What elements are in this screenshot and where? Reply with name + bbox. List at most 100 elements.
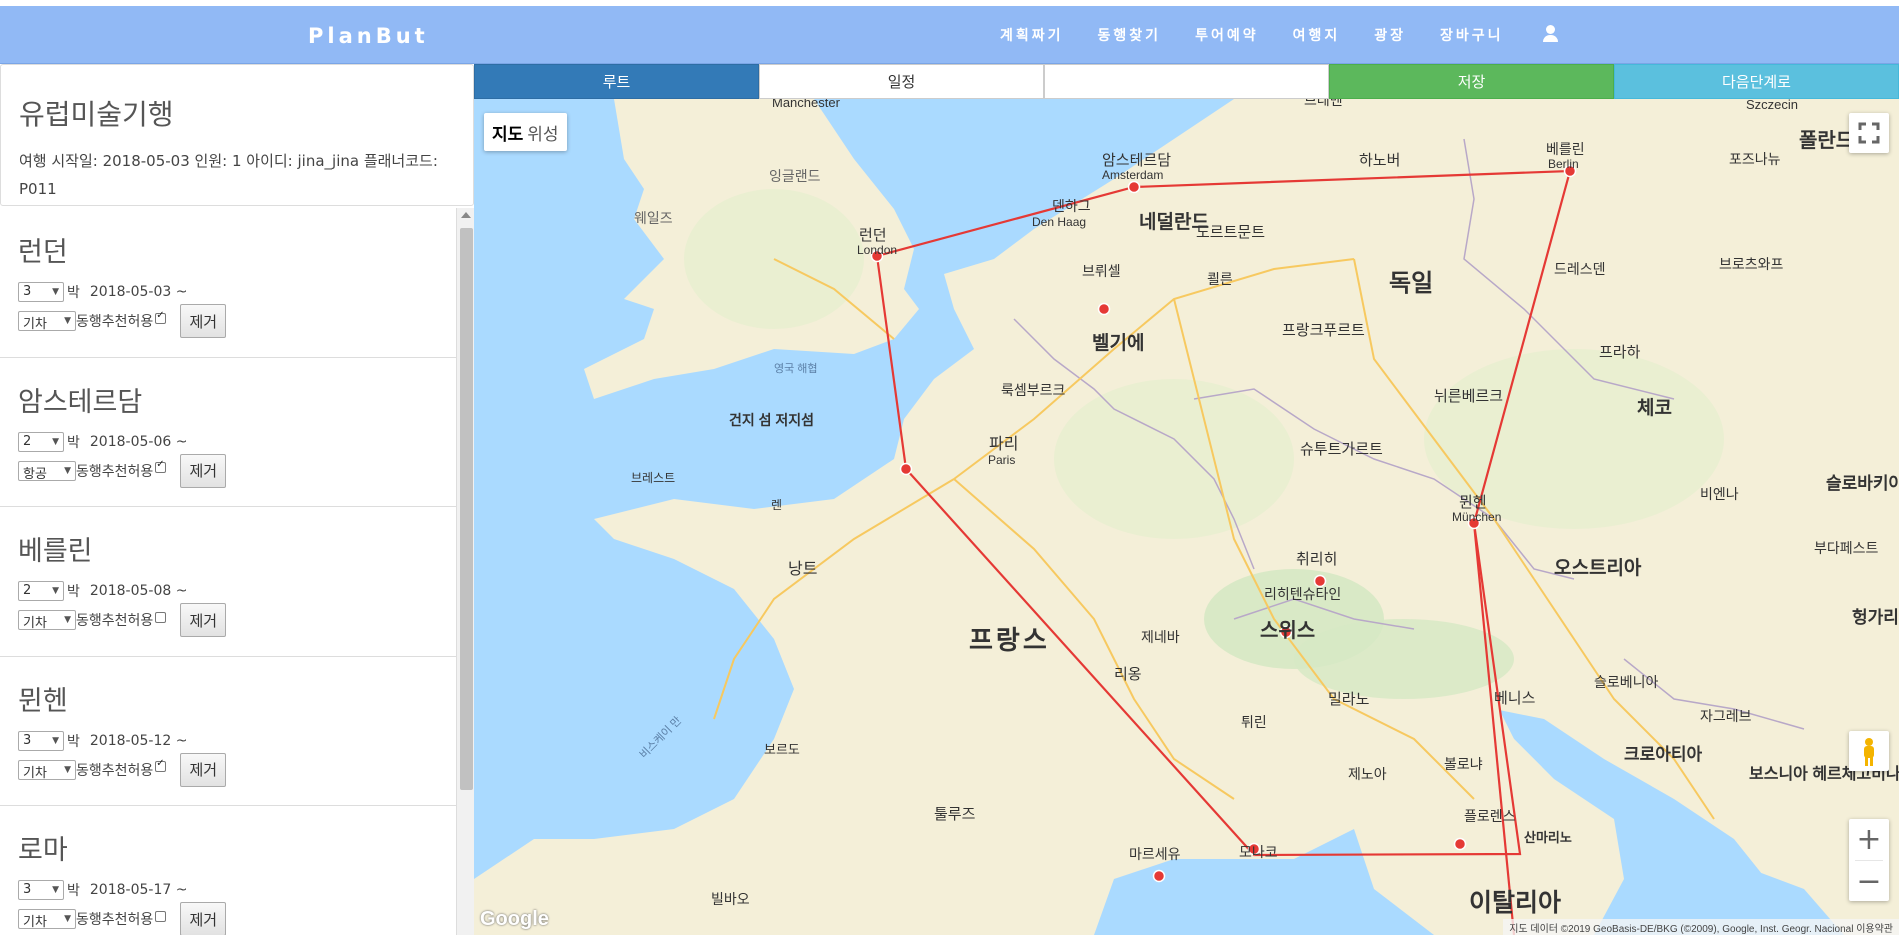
user-icon[interactable] <box>1540 24 1562 46</box>
transport-select[interactable]: 항공 ▼ <box>18 460 76 482</box>
label-wroclaw: 브로츠와프 <box>1719 256 1784 272</box>
route-map[interactable]: Manchester 런던 London 잉글랜드 웨일즈 암스테르담 Amst… <box>474 99 1899 935</box>
start-date: 2018-05-08 ~ <box>89 583 188 599</box>
label-channel-islands: 건지 섬 저지섬 <box>729 412 814 428</box>
nights-value: 2 <box>23 583 32 598</box>
start-date: 2018-05-06 ~ <box>89 433 188 450</box>
marker-amsterdam-icon[interactable] <box>1127 180 1141 194</box>
map-attribution[interactable]: 지도 데이터 ©2019 GeoBasis-DE/BKG (©2009), Go… <box>1503 919 1899 935</box>
label-toulouse: 툴루즈 <box>934 806 976 823</box>
label-bilbao: 빌바오 <box>711 891 750 907</box>
scroll-up-arrow-icon[interactable] <box>461 212 471 218</box>
transport-select[interactable]: 기차 ▼ <box>18 909 76 930</box>
nights-value: 3 <box>23 882 32 897</box>
remove-city-button[interactable]: 제거 <box>180 752 227 787</box>
nav-cart[interactable]: 장바구니 <box>1440 25 1504 45</box>
marker-brussel-icon[interactable] <box>1097 302 1111 316</box>
nights-suffix: 박 <box>67 584 80 600</box>
nav-companion[interactable]: 동행찾기 <box>1098 25 1162 45</box>
marker-marseille-icon[interactable] <box>1152 869 1166 883</box>
zoom-in-button[interactable]: + <box>1849 819 1889 860</box>
nights-select[interactable]: 3 ▼ <box>18 730 64 751</box>
tab-bar: 루트 일정 저장 다음단계로 <box>474 64 1899 99</box>
nav-plan[interactable]: 계획짜기 <box>1000 25 1064 45</box>
marker-zurich-icon[interactable] <box>1313 574 1327 588</box>
label-budapest: 부다페스트 <box>1814 540 1879 556</box>
remove-city-button[interactable]: 제거 <box>180 453 227 488</box>
city-list-scrollbar[interactable] <box>456 208 474 935</box>
transport-select[interactable]: 기차 ▼ <box>18 610 76 631</box>
nav-tour[interactable]: 투어예약 <box>1195 25 1259 45</box>
nights-value: 3 <box>23 732 32 748</box>
label-praha: 프라하 <box>1599 344 1641 361</box>
google-logo[interactable]: Google <box>480 908 549 931</box>
remove-city-button[interactable]: 제거 <box>180 603 227 637</box>
city-nights-row: 3 ▼ 박 2018-05-03 ~ <box>18 281 438 303</box>
companion-checkbox[interactable] <box>155 310 167 324</box>
nav-menu: 계획짜기 동행찾기 투어예약 여행지 광장 장바구니 <box>1000 6 1562 64</box>
map-type-control[interactable]: 지도 위성 <box>484 113 567 151</box>
label-dresden: 드레스덴 <box>1554 261 1606 277</box>
marker-florence-icon[interactable] <box>1453 837 1467 851</box>
label-austria: 오스트리아 <box>1554 557 1642 579</box>
label-nurnberg: 뉘른베르크 <box>1434 388 1503 405</box>
city-transport-row: 기차 ▼ 동행추천허용 제거 <box>18 304 438 338</box>
tab-schedule[interactable]: 일정 <box>759 64 1044 99</box>
label-czech: 체코 <box>1637 397 1672 419</box>
label-liechtenstein: 리히텐슈타인 <box>1264 586 1341 602</box>
zoom-control: + − <box>1849 819 1889 901</box>
label-manchester: Manchester <box>772 99 841 110</box>
companion-checkbox[interactable] <box>155 459 167 473</box>
label-marseille: 마르세유 <box>1129 846 1181 862</box>
trip-header: 유럽미술기행 여행 시작일: 2018-05-03 인원: 1 아이디: jin… <box>0 64 474 206</box>
nav-destination[interactable]: 여행지 <box>1293 25 1341 45</box>
label-sanmarino: 산마리노 <box>1524 830 1572 845</box>
city-item: 뮌헨 3▼ 박 2018-05-12 ~ 기차▼ 동행추천허용 제거 <box>0 657 456 806</box>
label-channel: 영국 해협 <box>774 361 818 375</box>
transport-value: 항공 <box>23 466 47 482</box>
nights-select[interactable]: 3 ▼ <box>18 282 64 302</box>
nights-select[interactable]: 2 ▼ <box>18 581 64 601</box>
nights-select[interactable]: 2 ▼ <box>18 431 64 452</box>
label-munich: 뮌헨 <box>1459 494 1487 511</box>
map-canvas[interactable]: Manchester 런던 London 잉글랜드 웨일즈 암스테르담 Amst… <box>474 99 1899 935</box>
pegman-icon[interactable] <box>1849 731 1889 771</box>
label-france: 프랑스 <box>969 625 1050 655</box>
companion-checkbox[interactable] <box>155 611 167 623</box>
nav-plaza[interactable]: 광장 <box>1374 25 1406 45</box>
city-name: 뮌헨 <box>18 685 68 717</box>
tab-route[interactable]: 루트 <box>474 64 759 99</box>
label-milano: 밀라노 <box>1328 691 1370 708</box>
city-name: 로마 <box>18 835 68 866</box>
remove-city-button[interactable]: 제거 <box>180 902 227 935</box>
city-nights-row: 2 ▼ 박 2018-05-06 ~ <box>18 431 438 453</box>
marker-paris-icon[interactable] <box>899 462 913 476</box>
transport-select[interactable]: 기차 ▼ <box>18 759 76 781</box>
nights-suffix: 박 <box>67 733 80 750</box>
fullscreen-icon[interactable] <box>1849 113 1889 153</box>
companion-label: 동행추천허용 <box>76 613 154 629</box>
transport-select[interactable]: 기차 ▼ <box>18 311 76 332</box>
label-slovakia: 슬로바키아 <box>1826 474 1899 493</box>
city-item: 로마 3 ▼ 박 2018-05-17 ~ 기차 ▼ 동행추천허용 제거 <box>0 806 456 935</box>
save-button[interactable]: 저장 <box>1329 64 1614 99</box>
label-torino: 튀린 <box>1241 714 1267 730</box>
city-nights-row: 2 ▼ 박 2018-05-08 ~ <box>18 580 438 602</box>
map-type-satellite[interactable]: 위성 <box>527 120 558 145</box>
remove-city-button[interactable]: 제거 <box>180 304 227 338</box>
brand-logo[interactable]: PlanBut <box>308 24 429 48</box>
next-step-button[interactable]: 다음단계로 <box>1614 64 1899 99</box>
label-hungary: 헝가리 <box>1852 607 1899 627</box>
city-item: 런던 3▼ 박 2018-05-03 ~ 기차▼ 동행추천허용 제거 <box>0 208 456 358</box>
label-genova: 제노아 <box>1348 766 1387 782</box>
companion-checkbox[interactable] <box>155 910 167 922</box>
companion-checkbox[interactable] <box>155 758 167 772</box>
zoom-out-button[interactable]: − <box>1849 861 1889 902</box>
map-type-map[interactable]: 지도 <box>492 120 523 145</box>
label-berlin: 베를린 <box>1546 141 1585 157</box>
companion-label: 동행추천허용 <box>76 463 154 480</box>
nights-select[interactable]: 3 ▼ <box>18 880 64 900</box>
scroll-thumb[interactable] <box>460 228 473 790</box>
city-transport-row: 기차 ▼ 동행추천허용 제거 <box>18 603 438 637</box>
label-paris: 파리 <box>989 435 1018 453</box>
